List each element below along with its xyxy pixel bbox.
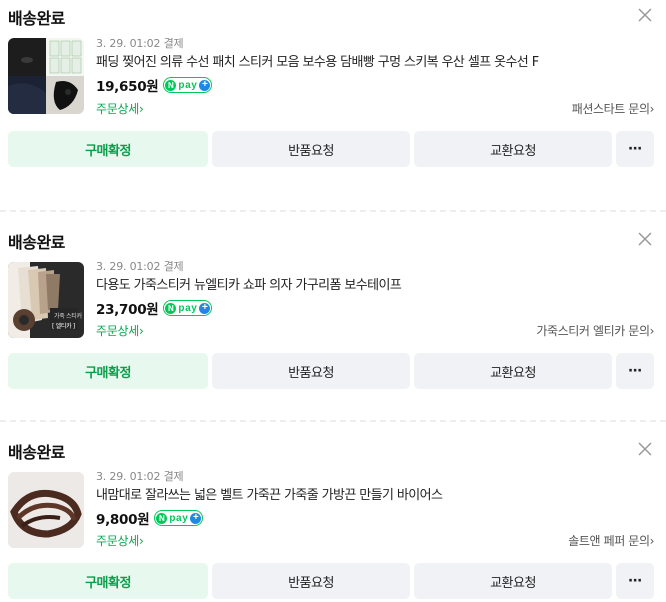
product-thumbnail[interactable] [8, 38, 84, 114]
order-detail-link[interactable]: 주문상세› [96, 532, 144, 549]
order-detail-label: 주문상세 [96, 534, 139, 548]
product-info: 3. 29. 01:02 결제 다용도 가죽스티커 뉴엘티카 쇼파 의자 가구리… [96, 260, 654, 318]
product-price: 23,700원 [96, 302, 159, 318]
npay-label: pay [169, 512, 189, 524]
action-buttons: 구매확정 반품요청 교환요청 ⋯ [8, 353, 654, 389]
order-status: 배송완료 [8, 233, 65, 252]
chevron-right-icon: › [649, 102, 655, 116]
chevron-right-icon: › [649, 534, 655, 548]
thumb-caption: 가죽 스티커 [54, 313, 82, 320]
payment-date: 3. 29. 01:02 결제 [96, 37, 184, 50]
exchange-request-button[interactable]: 교환요청 [414, 353, 612, 389]
order-detail-link[interactable]: 주문상세› [96, 100, 144, 117]
product-title[interactable]: 패딩 찢어진 의류 수선 패치 스티커 모음 보수용 담배빵 구멍 스키복 우산… [96, 54, 654, 72]
confirm-purchase-button[interactable]: 구매확정 [8, 353, 208, 389]
price-row: 23,700원 N pay + [96, 299, 654, 318]
product-thumbnail[interactable] [8, 472, 84, 548]
exchange-request-button[interactable]: 교환요청 [414, 131, 612, 167]
order-detail-label: 주문상세 [96, 324, 139, 338]
order-detail-link[interactable]: 주문상세› [96, 322, 144, 339]
return-request-button[interactable]: 반품요청 [212, 563, 410, 599]
order-status: 배송완료 [8, 9, 65, 28]
confirm-purchase-button[interactable]: 구매확정 [8, 131, 208, 167]
npay-n-icon: N [165, 79, 177, 91]
npay-n-icon: N [165, 302, 177, 314]
chevron-right-icon: › [138, 324, 144, 338]
close-icon[interactable] [636, 6, 654, 24]
return-request-button[interactable]: 반품요청 [212, 353, 410, 389]
npay-plus-icon: + [199, 302, 211, 314]
order-card: 배송완료 3. 29. 01:02 결제 내맘대로 잘라쓰는 넓은 벨트 가죽끈… [0, 420, 666, 600]
return-request-button[interactable]: 반품요청 [212, 131, 410, 167]
payment-date: 3. 29. 01:02 결제 [96, 260, 184, 273]
price-row: 19,650원 N pay + [96, 76, 654, 95]
close-icon[interactable] [636, 230, 654, 248]
seller-inquiry-link[interactable]: 가죽스티커 엘티카 문의› [536, 322, 654, 339]
order-detail-label: 주문상세 [96, 102, 139, 116]
npay-label: pay [178, 302, 198, 314]
product-thumbnail[interactable]: 가죽 스티커 [ 엘티카 ] [8, 262, 84, 338]
npay-n-icon: N [156, 512, 168, 524]
chevron-right-icon: › [649, 324, 655, 338]
order-card: 배송완료 가죽 스티커 [ 엘티카 ] 3. 29. 01:02 결제 다용도 … [0, 210, 666, 420]
chevron-right-icon: › [138, 102, 144, 116]
product-title[interactable]: 다용도 가죽스티커 뉴엘티카 쇼파 의자 가구리폼 보수테이프 [96, 277, 654, 295]
order-status: 배송완료 [8, 443, 65, 462]
npay-badge: N pay + [154, 510, 204, 526]
npay-plus-icon: + [199, 79, 211, 91]
action-buttons: 구매확정 반품요청 교환요청 ⋯ [8, 563, 654, 599]
npay-label: pay [178, 79, 198, 91]
close-icon[interactable] [636, 440, 654, 458]
seller-inquiry-label: 솔트앤 페퍼 문의 [568, 534, 650, 548]
product-price: 19,650원 [96, 79, 159, 95]
product-title[interactable]: 내맘대로 잘라쓰는 넓은 벨트 가죽끈 가죽줄 가방끈 만들기 바이어스 [96, 487, 654, 505]
seller-inquiry-label: 가죽스티커 엘티카 문의 [536, 324, 650, 338]
more-options-button[interactable]: ⋯ [616, 131, 654, 167]
payment-date: 3. 29. 01:02 결제 [96, 470, 184, 483]
product-info: 3. 29. 01:02 결제 패딩 찢어진 의류 수선 패치 스티커 모음 보… [96, 37, 654, 95]
chevron-right-icon: › [138, 534, 144, 548]
npay-badge: N pay + [163, 77, 213, 93]
product-info: 3. 29. 01:02 결제 내맘대로 잘라쓰는 넓은 벨트 가죽끈 가죽줄 … [96, 470, 654, 528]
price-row: 9,800원 N pay + [96, 509, 654, 528]
order-card: 배송완료 3. 29. 01:02 결제 패딩 찢어진 의류 수선 패치 스티커… [0, 0, 666, 210]
seller-inquiry-link[interactable]: 솔트앤 페퍼 문의› [568, 532, 654, 549]
confirm-purchase-button[interactable]: 구매확정 [8, 563, 208, 599]
action-buttons: 구매확정 반품요청 교환요청 ⋯ [8, 131, 654, 167]
thumb-brand: [ 엘티카 ] [52, 323, 75, 330]
seller-inquiry-link[interactable]: 패션스타트 문의› [571, 100, 655, 117]
exchange-request-button[interactable]: 교환요청 [414, 563, 612, 599]
seller-inquiry-label: 패션스타트 문의 [571, 102, 650, 116]
more-options-button[interactable]: ⋯ [616, 563, 654, 599]
product-price: 9,800원 [96, 512, 150, 528]
npay-badge: N pay + [163, 300, 213, 316]
npay-plus-icon: + [190, 512, 202, 524]
more-options-button[interactable]: ⋯ [616, 353, 654, 389]
